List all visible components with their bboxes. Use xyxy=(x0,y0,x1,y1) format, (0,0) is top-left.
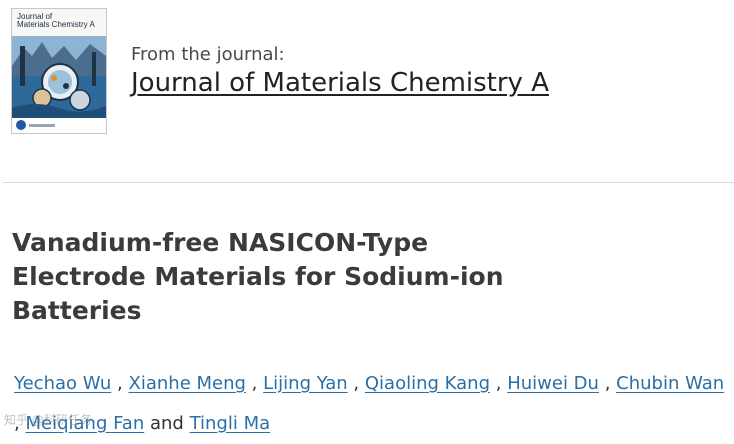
author-separator: , xyxy=(490,373,507,394)
author-link[interactable]: Xianhe Meng xyxy=(129,373,246,394)
section-divider xyxy=(3,182,734,183)
journal-cover-image[interactable]: Journal of Materials Chemistry A xyxy=(11,8,107,134)
author-separator: , xyxy=(599,373,616,394)
from-journal-label: From the journal: xyxy=(131,44,285,65)
author-conjunction: and xyxy=(144,413,189,434)
watermark: 知乎 @科研任务 xyxy=(4,413,92,427)
author-conjunction-text: and xyxy=(149,413,184,434)
author-separator: , xyxy=(246,373,263,394)
author-separator-comma: , xyxy=(353,373,360,394)
author-list: Yechao Wu , Xianhe Meng , Lijing Yan , Q… xyxy=(14,364,729,444)
rsc-logo-icon xyxy=(16,120,26,130)
cover-title-line2: Materials Chemistry A xyxy=(17,20,95,29)
author-separator: , xyxy=(348,373,365,394)
author-separator: , xyxy=(111,373,128,394)
author-link[interactable]: Lijing Yan xyxy=(263,373,348,394)
article-title: Vanadium-free NASICON-Type Electrode Mat… xyxy=(12,228,504,325)
author-link[interactable]: Tingli Ma xyxy=(190,413,271,434)
author-separator-comma: , xyxy=(604,373,611,394)
author-link[interactable]: Chubin Wan xyxy=(616,373,724,394)
cover-artwork xyxy=(12,36,106,119)
author-link[interactable]: Qiaoling Kang xyxy=(365,373,490,394)
cover-footer-bar xyxy=(29,124,55,127)
author-link[interactable]: Yechao Wu xyxy=(14,373,111,394)
author-separator-comma: , xyxy=(117,373,123,394)
author-separator-comma: , xyxy=(251,373,258,394)
author-link[interactable]: Huiwei Du xyxy=(507,373,599,394)
cover-footer xyxy=(12,118,106,133)
cover-title: Journal of Materials Chemistry A xyxy=(17,13,103,29)
journal-name-link[interactable]: Journal of Materials Chemistry A xyxy=(131,68,549,98)
author-separator-comma: , xyxy=(495,373,502,394)
